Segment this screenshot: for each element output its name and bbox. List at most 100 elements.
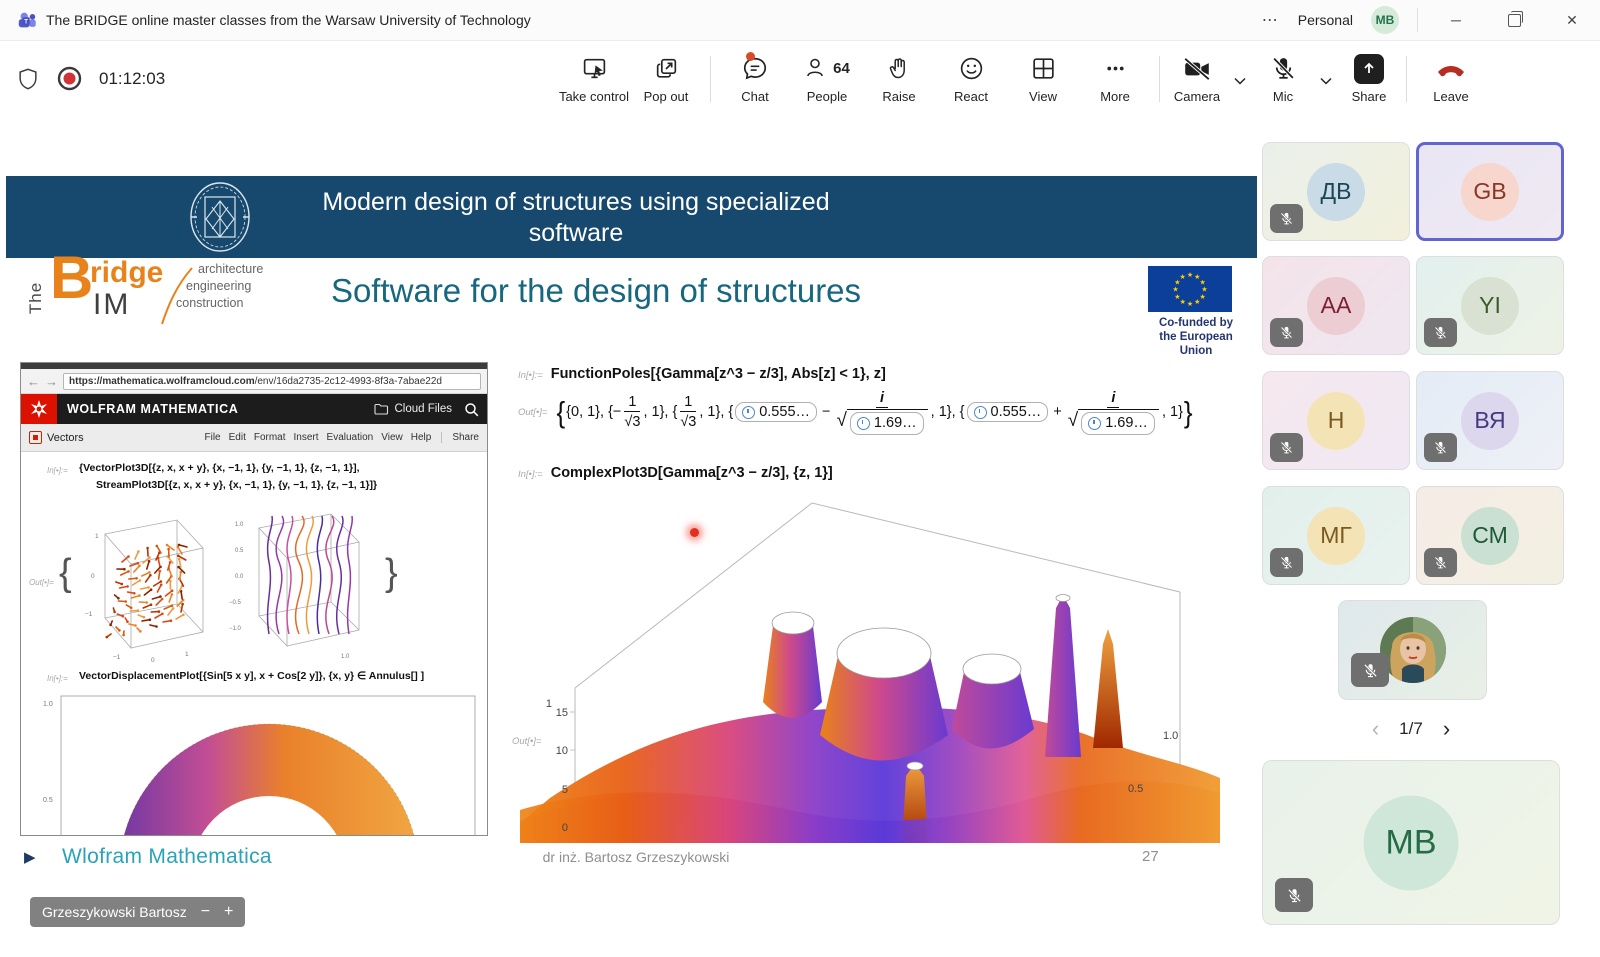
profile-avatar[interactable]: MB: [1371, 6, 1399, 34]
people-icon: [804, 55, 830, 82]
mic-label: Mic: [1273, 89, 1293, 104]
svg-text:★: ★: [1187, 300, 1193, 308]
numeric-box-3[interactable]: 0.555…: [967, 402, 1049, 422]
participant-tile-active-speaker[interactable]: GB: [1416, 142, 1564, 241]
notebook-icon: [29, 431, 42, 444]
wolfram-app-bar: WOLFRAM MATHEMATICA Cloud Files: [21, 394, 487, 424]
leave-call-icon: [1434, 55, 1468, 82]
participant-tile[interactable]: СМ: [1416, 486, 1564, 585]
participant-avatar: YI: [1461, 277, 1519, 335]
participant-tile[interactable]: Н: [1262, 371, 1410, 470]
eu-cofunded-line1: Co-funded by: [1148, 316, 1244, 330]
close-button[interactable]: ✕: [1552, 0, 1592, 40]
chat-notification-dot: [746, 52, 755, 61]
take-control-button[interactable]: Take control: [558, 54, 630, 104]
laser-pointer-dot: [690, 528, 699, 537]
expand-button[interactable]: +: [224, 904, 233, 920]
presenter-name-tag: Grzeszykowski Bartosz − +: [30, 897, 245, 927]
complexplot3d-figure: 1151050 1.00.5: [520, 476, 1220, 843]
muted-mic-badge: [1351, 653, 1389, 687]
streamplot3d-code: StreamPlot3D[{z, x, x + y}, {x, −1, 1}, …: [96, 479, 377, 491]
logo-tag-engineering: engineering: [186, 279, 276, 293]
chat-button[interactable]: Chat: [719, 54, 791, 104]
muted-mic-badge: [1270, 204, 1303, 233]
output-brace-open: {: [59, 552, 72, 595]
leave-label: Leave: [1433, 89, 1468, 104]
in-label: In[•]:=: [47, 466, 68, 475]
raise-label: Raise: [882, 89, 915, 104]
approx-value-icon: [1088, 417, 1101, 430]
mic-button[interactable]: Mic: [1254, 54, 1312, 104]
participant-tile[interactable]: ДВ: [1262, 142, 1410, 241]
participant-tile[interactable]: ВЯ: [1416, 371, 1564, 470]
svg-text:0.5: 0.5: [235, 548, 244, 554]
camera-button[interactable]: Camera: [1168, 54, 1226, 104]
out-pair-1: {0, 1},: [566, 404, 604, 420]
numeric-box-4[interactable]: 1.69…: [1081, 412, 1155, 435]
participant-tile[interactable]: YI: [1416, 256, 1564, 355]
participant-tile-video[interactable]: [1338, 600, 1487, 700]
output-brace-close: }: [385, 552, 398, 595]
slide-footer: ▶ Wlofram Mathematica dr inż. Bartosz Gr…: [6, 843, 1257, 870]
self-avatar: MB: [1364, 795, 1459, 890]
profile-label[interactable]: Personal: [1298, 12, 1353, 28]
menu-file: File: [204, 432, 220, 443]
titlebar-overflow-icon[interactable]: ⋯: [1262, 10, 1280, 30]
title-bar: T The BRIDGE online master classes from …: [0, 0, 1600, 41]
people-button[interactable]: 64 People: [791, 54, 863, 104]
window-title: The BRIDGE online master classes from th…: [46, 0, 531, 40]
minus-sign: −: [822, 404, 830, 420]
maximize-button[interactable]: [1494, 0, 1534, 40]
raise-hand-icon: [886, 55, 912, 82]
camera-options-chevron-icon[interactable]: [1226, 73, 1254, 85]
notebook-menu-bar: Vectors File Edit Format Insert Evaluati…: [21, 424, 487, 452]
share-button[interactable]: Share: [1340, 54, 1398, 104]
numeric-box-1[interactable]: 0.555…: [735, 402, 817, 422]
leave-button[interactable]: Leave: [1415, 54, 1487, 104]
svg-text:★: ★: [1180, 298, 1186, 306]
svg-text:★: ★: [1194, 298, 1200, 306]
svg-text:0.5: 0.5: [43, 797, 53, 804]
view-button[interactable]: View: [1007, 54, 1079, 104]
logo-tag-construction: construction: [176, 296, 276, 310]
collapse-button[interactable]: −: [201, 904, 210, 920]
participant-tile[interactable]: МГ: [1262, 486, 1410, 585]
teams-app-icon: T: [16, 9, 38, 31]
slide-banner: Modern design of structures using specia…: [6, 176, 1257, 258]
approx-value-icon: [974, 406, 987, 419]
svg-text:10: 10: [556, 745, 568, 757]
functionpoles-output-line: Out[•]= { {0, 1}, {− 1√3 , 1}, { 1√3 , 1…: [518, 389, 1194, 436]
numeric-box-2[interactable]: 1.69…: [850, 412, 924, 435]
svg-text:0: 0: [151, 657, 155, 664]
raise-hand-button[interactable]: Raise: [863, 54, 935, 104]
pager-prev-icon[interactable]: ‹: [1372, 716, 1379, 742]
mic-options-chevron-icon[interactable]: [1312, 73, 1340, 85]
camera-off-icon: [1182, 55, 1212, 83]
participant-count: 64: [833, 60, 850, 77]
people-label: People: [807, 89, 847, 104]
pop-out-button[interactable]: Pop out: [630, 54, 702, 104]
more-label: More: [1100, 89, 1130, 104]
fraction-2: 1√3: [680, 393, 696, 432]
svg-text:0.0: 0.0: [235, 574, 244, 580]
pager-next-icon[interactable]: ›: [1443, 716, 1450, 742]
svg-text:1.0: 1.0: [1163, 730, 1178, 742]
svg-text:15: 15: [556, 707, 568, 719]
menu-view: View: [381, 432, 403, 443]
react-label: React: [954, 89, 988, 104]
self-video-tile[interactable]: MB: [1262, 760, 1560, 925]
folder-icon: [374, 403, 389, 415]
fraction-4: i √1.69…: [1068, 389, 1159, 436]
fraction-3: i √1.69…: [836, 389, 927, 436]
chat-label: Chat: [741, 89, 768, 104]
react-button[interactable]: React: [935, 54, 1007, 104]
more-button[interactable]: More: [1079, 54, 1151, 104]
participant-avatar: GB: [1461, 163, 1519, 221]
participant-avatar: AA: [1307, 277, 1365, 335]
menu-edit: Edit: [229, 432, 246, 443]
pop-out-label: Pop out: [644, 89, 689, 104]
participant-tile[interactable]: AA: [1262, 256, 1410, 355]
logo-the: The: [26, 282, 46, 314]
minimize-button[interactable]: ─: [1436, 0, 1476, 40]
muted-mic-badge: [1275, 878, 1313, 912]
